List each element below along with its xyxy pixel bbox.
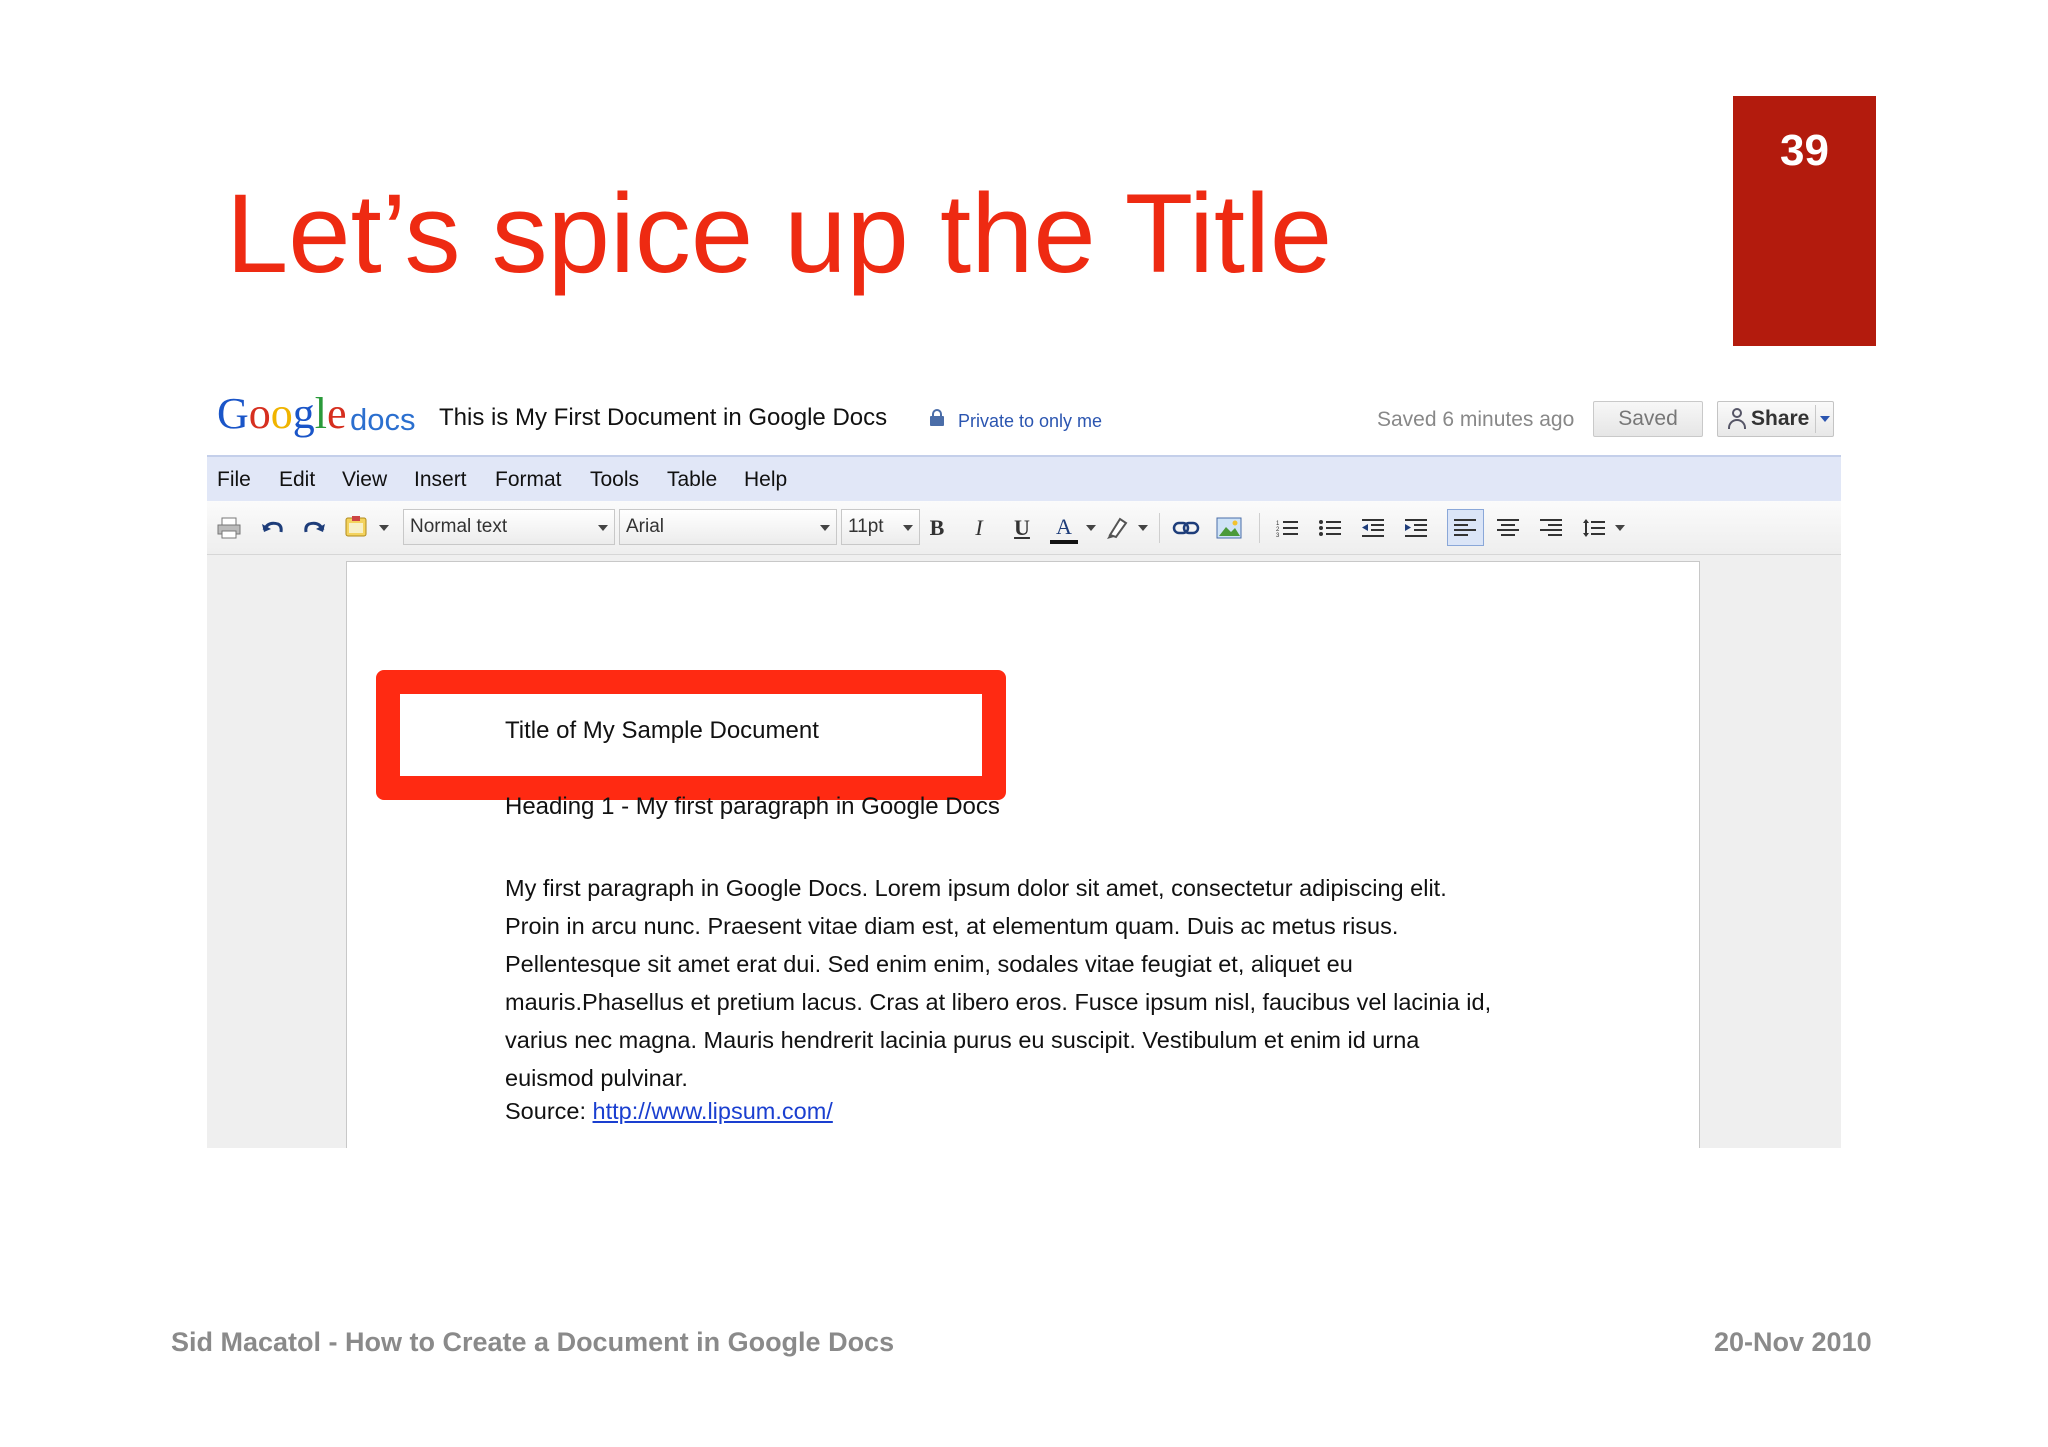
paragraph-line: varius nec magna. Mauris hendrerit lacin… — [505, 1027, 1420, 1053]
print-icon[interactable] — [215, 514, 243, 542]
logo-letter: l — [314, 389, 328, 438]
font-select[interactable]: Arial — [619, 509, 837, 545]
share-divider — [1815, 405, 1816, 433]
menu-insert[interactable]: Insert — [414, 468, 467, 492]
align-left-icon[interactable] — [1451, 514, 1479, 542]
logo-letter: o — [248, 389, 271, 438]
italic-icon[interactable]: I — [965, 514, 993, 542]
menu-tools[interactable]: Tools — [590, 468, 639, 492]
menu-file[interactable]: File — [217, 468, 251, 492]
share-label: Share — [1751, 407, 1810, 430]
redo-icon[interactable] — [301, 514, 329, 542]
align-center-icon[interactable] — [1494, 514, 1522, 542]
chevron-down-icon — [903, 525, 913, 531]
source-link[interactable]: http://www.lipsum.com/ — [593, 1098, 833, 1124]
menu-table[interactable]: Table — [667, 468, 717, 492]
paragraph-line: mauris.Phasellus et pretium lacus. Cras … — [505, 989, 1492, 1015]
footer-author: Sid Macatol - How to Create a Document i… — [171, 1327, 895, 1357]
link-icon[interactable] — [1172, 514, 1200, 542]
highlight-icon[interactable] — [1103, 514, 1131, 542]
underline-icon[interactable]: U — [1008, 514, 1036, 542]
chevron-down-icon[interactable] — [1615, 525, 1625, 531]
logo-letter: e — [327, 389, 347, 438]
chevron-down-icon — [598, 525, 608, 531]
paragraph-line: My first paragraph in Google Docs. Lorem… — [505, 875, 1447, 901]
bulleted-list-icon[interactable] — [1316, 514, 1344, 542]
menu-edit[interactable]: Edit — [279, 468, 315, 492]
slide-number: 39 — [1780, 126, 1829, 175]
bold-icon[interactable]: B — [923, 514, 951, 542]
menu-view[interactable]: View — [342, 468, 387, 492]
align-right-icon[interactable] — [1537, 514, 1565, 542]
chevron-down-icon[interactable] — [379, 525, 389, 531]
menu-bar: File Edit View Insert Format Tools Table… — [207, 455, 1841, 501]
chevron-down-icon[interactable] — [1820, 416, 1830, 422]
undo-icon[interactable] — [258, 514, 286, 542]
logo-letter: g — [292, 389, 315, 438]
paragraph-line: Proin in arcu nunc. Praesent vitae diam … — [505, 913, 1399, 939]
numbered-list-icon[interactable]: 123 — [1273, 514, 1301, 542]
document-title[interactable]: This is My First Document in Google Docs — [439, 404, 887, 432]
menu-format[interactable]: Format — [495, 468, 562, 492]
toolbar: Normal text Arial 11pt B I U A 123 — [207, 501, 1841, 555]
google-docs-screenshot: Google docs This is My First Document in… — [207, 380, 1841, 1148]
chevron-down-icon — [820, 525, 830, 531]
style-select[interactable]: Normal text — [403, 509, 615, 545]
toolbar-divider — [1159, 513, 1160, 543]
increase-indent-icon[interactable] — [1402, 514, 1430, 542]
document-title-text[interactable]: Title of My Sample Document — [505, 717, 819, 745]
logo-letter: o — [270, 389, 293, 438]
style-select-value: Normal text — [410, 516, 508, 537]
svg-text:3: 3 — [1276, 533, 1280, 537]
toolbar-divider — [1259, 513, 1260, 543]
paint-format-icon[interactable] — [343, 514, 371, 542]
chevron-down-icon[interactable] — [1138, 525, 1148, 531]
paragraph-line: Pellentesque sit amet erat dui. Sed enim… — [505, 951, 1353, 977]
line-spacing-icon[interactable] — [1580, 514, 1608, 542]
font-select-value: Arial — [626, 516, 665, 537]
source-label: Source: — [505, 1098, 586, 1124]
footer-date: 20-Nov 2010 — [1714, 1327, 1872, 1357]
saved-status: Saved 6 minutes ago — [1377, 408, 1575, 431]
google-logo[interactable]: Google — [217, 392, 347, 436]
paragraph-line: euismod pulvinar. — [505, 1065, 688, 1091]
size-select[interactable]: 11pt — [841, 509, 920, 545]
source-line: Source: http://www.lipsum.com/ — [505, 1098, 833, 1125]
slide-number-box: 39 — [1733, 96, 1876, 346]
chevron-down-icon[interactable] — [1086, 525, 1096, 531]
share-button[interactable]: Share — [1717, 401, 1834, 437]
lock-icon — [930, 409, 944, 426]
document-paragraph[interactable]: My first paragraph in Google Docs. Lorem… — [505, 869, 1605, 1097]
menu-help[interactable]: Help — [744, 468, 787, 492]
logo-docs[interactable]: docs — [350, 402, 415, 438]
size-select-value: 11pt — [848, 516, 884, 537]
saved-button[interactable]: Saved — [1593, 401, 1703, 437]
logo-letter: G — [217, 389, 249, 438]
person-icon — [1727, 408, 1747, 430]
docs-header: Google docs This is My First Document in… — [207, 380, 1841, 455]
decrease-indent-icon[interactable] — [1359, 514, 1387, 542]
slide-title: Let’s spice up the Title — [226, 171, 1333, 296]
image-icon[interactable] — [1215, 514, 1243, 542]
text-color-icon[interactable]: A — [1050, 514, 1078, 544]
document-heading[interactable]: Heading 1 - My first paragraph in Google… — [505, 793, 1000, 821]
privacy-link[interactable]: Private to only me — [958, 411, 1102, 432]
